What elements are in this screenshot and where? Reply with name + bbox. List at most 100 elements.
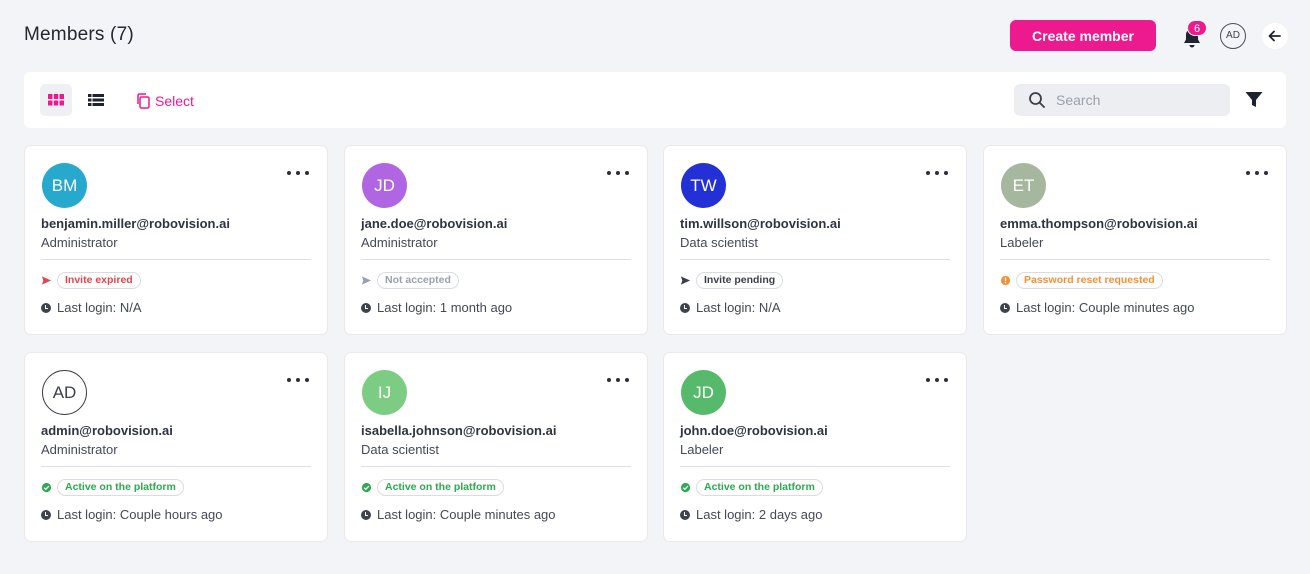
clock-icon [41,509,51,520]
list-icon [88,94,104,106]
member-card[interactable]: JD jane.doe@robovision.ai Administrator … [344,145,648,335]
member-card[interactable]: JD john.doe@robovision.ai Labeler Active… [663,352,967,542]
status-badge: Active on the platform [57,479,184,496]
last-login-text: Last login: Couple minutes ago [377,507,556,522]
warning-icon [1000,275,1011,286]
divider [41,466,311,467]
more-options-icon[interactable] [926,373,948,387]
member-role: Data scientist [680,235,759,250]
notification-badge: 6 [1187,20,1207,36]
search-input[interactable] [1056,84,1224,116]
select-button[interactable]: Select [136,90,194,112]
grid-view-button[interactable] [40,84,72,116]
more-options-icon[interactable] [287,373,309,387]
more-options-icon[interactable] [1246,166,1268,180]
member-email: emma.thompson@robovision.ai [1000,216,1198,231]
clock-icon [361,302,371,313]
last-login-text: Last login: N/A [57,300,142,315]
status-row: Active on the platform [361,479,504,496]
divider [361,259,631,260]
member-role: Data scientist [361,442,440,457]
member-role: Labeler [680,442,724,457]
page-header: Members (7) Create member 6 AD [0,0,1310,72]
status-row: Active on the platform [680,479,823,496]
member-email: isabella.johnson@robovision.ai [361,423,557,438]
clock-icon [41,302,51,313]
status-badge: Invite pending [696,272,784,289]
list-view-button[interactable] [80,84,112,116]
last-login: Last login: Couple minutes ago [1000,300,1195,315]
create-member-button[interactable]: Create member [1010,20,1156,51]
search-icon [1029,92,1045,108]
select-label: Select [155,93,194,109]
member-avatar: JD [362,163,407,208]
status-badge: Password reset requested [1016,272,1163,289]
member-avatar: AD [42,370,87,415]
grid-icon [48,94,64,106]
filter-icon[interactable] [1244,90,1264,110]
divider [361,466,631,467]
status-badge: Invite expired [57,272,141,289]
send-icon [361,275,372,286]
last-login: Last login: Couple hours ago [41,507,223,522]
status-row: Invite pending [680,272,784,289]
clock-icon [1000,302,1010,313]
divider [680,259,950,260]
clock-icon [361,509,371,520]
member-email: admin@robovision.ai [41,423,173,438]
last-login: Last login: Couple minutes ago [361,507,556,522]
last-login: Last login: N/A [41,300,142,315]
toolbar: Select [24,72,1286,128]
member-card[interactable]: AD admin@robovision.ai Administrator Act… [24,352,328,542]
member-card[interactable]: TW tim.willson@robovision.ai Data scient… [663,145,967,335]
last-login-text: Last login: Couple hours ago [57,507,223,522]
last-login-text: Last login: N/A [696,300,781,315]
last-login: Last login: 2 days ago [680,507,822,522]
member-card[interactable]: IJ isabella.johnson@robovision.ai Data s… [344,352,648,542]
member-email: jane.doe@robovision.ai [361,216,508,231]
status-row: Password reset requested [1000,272,1163,289]
status-row: Invite expired [41,272,141,289]
member-role: Labeler [1000,235,1044,250]
status-row: Not accepted [361,272,459,289]
member-avatar: ET [1001,163,1046,208]
member-avatar: IJ [362,370,407,415]
copy-icon [137,93,150,109]
member-avatar: TW [681,163,726,208]
member-role: Administrator [41,235,118,250]
member-avatar: JD [681,370,726,415]
last-login-text: Last login: Couple minutes ago [1016,300,1195,315]
status-badge: Not accepted [377,272,459,289]
check-circle-icon [361,482,372,493]
member-role: Administrator [361,235,438,250]
send-icon [680,275,691,286]
user-avatar[interactable]: AD [1220,23,1246,49]
divider [680,466,950,467]
arrow-left-icon [1268,30,1281,42]
member-email: john.doe@robovision.ai [680,423,828,438]
last-login: Last login: 1 month ago [361,300,512,315]
divider [1000,259,1270,260]
member-email: benjamin.miller@robovision.ai [41,216,230,231]
check-circle-icon [680,482,691,493]
more-options-icon[interactable] [607,166,629,180]
clock-icon [680,509,690,520]
back-button[interactable] [1262,23,1288,49]
divider [41,259,311,260]
page-title: Members (7) [24,24,134,45]
more-options-icon[interactable] [287,166,309,180]
member-card[interactable]: ET emma.thompson@robovision.ai Labeler P… [983,145,1287,335]
search-box [1014,84,1230,116]
check-circle-icon [41,482,52,493]
more-options-icon[interactable] [926,166,948,180]
last-login-text: Last login: 1 month ago [377,300,513,315]
more-options-icon[interactable] [607,373,629,387]
send-icon [41,275,52,286]
status-row: Active on the platform [41,479,184,496]
member-avatar: BM [42,163,87,208]
member-role: Administrator [41,442,118,457]
status-badge: Active on the platform [696,479,823,496]
member-card[interactable]: BM benjamin.miller@robovision.ai Adminis… [24,145,328,335]
clock-icon [680,302,690,313]
status-badge: Active on the platform [377,479,504,496]
